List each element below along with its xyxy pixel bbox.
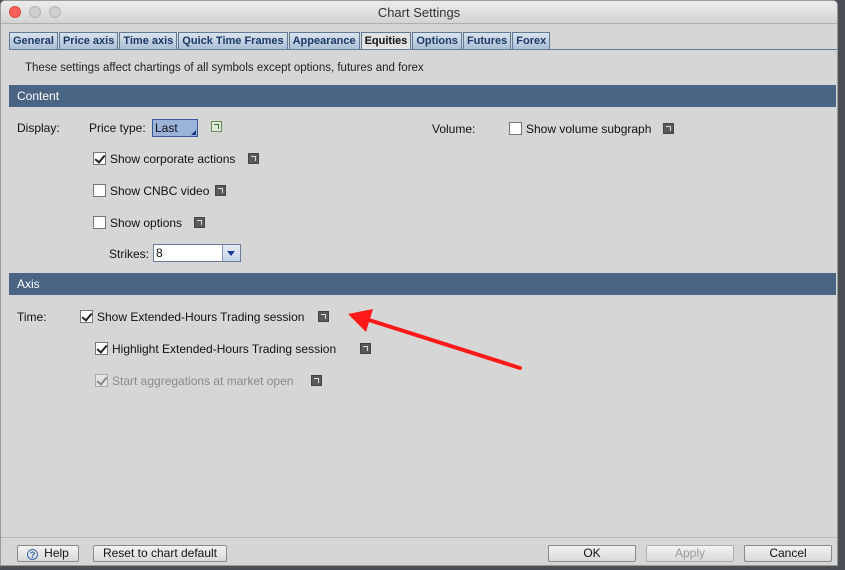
price-type-label: Price type: xyxy=(89,121,146,135)
footer-divider xyxy=(1,537,837,538)
tab-appearance[interactable]: Appearance xyxy=(288,32,360,49)
corporate-actions-pin-icon[interactable] xyxy=(248,153,259,164)
tab-options[interactable]: Options xyxy=(412,32,462,49)
title-bar[interactable]: Chart Settings xyxy=(1,1,837,24)
show-cnbc-video-label: Show CNBC video xyxy=(110,184,210,198)
highlight-extended-hours-checkbox[interactable] xyxy=(95,342,108,355)
price-type-select[interactable]: Last xyxy=(152,119,198,137)
tab-forex[interactable]: Forex xyxy=(512,32,551,49)
options-pin-icon[interactable] xyxy=(194,217,205,228)
show-corporate-actions-checkbox[interactable] xyxy=(93,152,106,165)
ok-button[interactable]: OK xyxy=(548,545,636,562)
extended-hours-pin-icon[interactable] xyxy=(318,311,329,322)
highlight-extended-hours-label: Highlight Extended-Hours Trading session xyxy=(112,342,337,356)
volume-pin-icon[interactable] xyxy=(663,123,674,134)
settings-tabs: General Price axis Time axis Quick Time … xyxy=(9,32,551,50)
tab-equities[interactable]: Equities xyxy=(360,32,412,50)
show-volume-subgraph-checkbox[interactable] xyxy=(509,122,522,135)
show-corporate-actions-label: Show corporate actions xyxy=(110,152,236,166)
show-volume-subgraph-label: Show volume subgraph xyxy=(526,122,652,136)
volume-label: Volume: xyxy=(432,122,476,136)
highlight-extended-pin-icon[interactable] xyxy=(360,343,371,354)
cnbc-video-pin-icon[interactable] xyxy=(215,185,226,196)
start-aggregations-pin-icon[interactable] xyxy=(311,375,322,386)
cancel-button[interactable]: Cancel xyxy=(744,545,832,562)
strikes-combo[interactable]: 8 xyxy=(153,244,241,262)
chart-settings-window: Chart Settings General Price axis Time a… xyxy=(0,0,838,566)
apply-button: Apply xyxy=(646,545,734,562)
tab-divider xyxy=(9,49,837,50)
price-type-popout-icon[interactable] xyxy=(211,121,222,132)
tab-price-axis[interactable]: Price axis xyxy=(58,32,119,49)
window-title: Chart Settings xyxy=(377,5,461,20)
display-label: Display: xyxy=(17,121,60,135)
show-options-label: Show options xyxy=(110,216,183,230)
dropdown-corner-icon xyxy=(191,130,196,135)
strikes-value: 8 xyxy=(156,246,163,260)
tab-futures[interactable]: Futures xyxy=(462,32,512,49)
strikes-label: Strikes: xyxy=(109,247,150,261)
show-extended-hours-checkbox[interactable] xyxy=(80,310,93,323)
chevron-down-icon[interactable] xyxy=(222,245,240,261)
time-label: Time: xyxy=(17,310,47,324)
tab-time-axis[interactable]: Time axis xyxy=(119,32,178,49)
help-button-label: Help xyxy=(44,546,69,560)
price-type-value: Last xyxy=(155,121,178,135)
help-button[interactable]: ? Help xyxy=(17,545,79,562)
show-cnbc-video-checkbox[interactable] xyxy=(93,184,106,197)
start-aggregations-checkbox xyxy=(95,374,108,387)
show-options-checkbox[interactable] xyxy=(93,216,106,229)
tab-quick-time-frames[interactable]: Quick Time Frames xyxy=(178,32,288,49)
show-extended-hours-label: Show Extended-Hours Trading session xyxy=(97,310,305,324)
reset-to-default-button[interactable]: Reset to chart default xyxy=(93,545,227,562)
tab-general[interactable]: General xyxy=(9,32,58,49)
content-section-header: Content xyxy=(9,85,836,107)
help-icon: ? xyxy=(27,549,39,560)
start-aggregations-label: Start aggregations at market open xyxy=(112,374,294,388)
axis-section-header: Axis xyxy=(9,273,836,295)
settings-description: These settings affect chartings of all s… xyxy=(25,62,424,74)
